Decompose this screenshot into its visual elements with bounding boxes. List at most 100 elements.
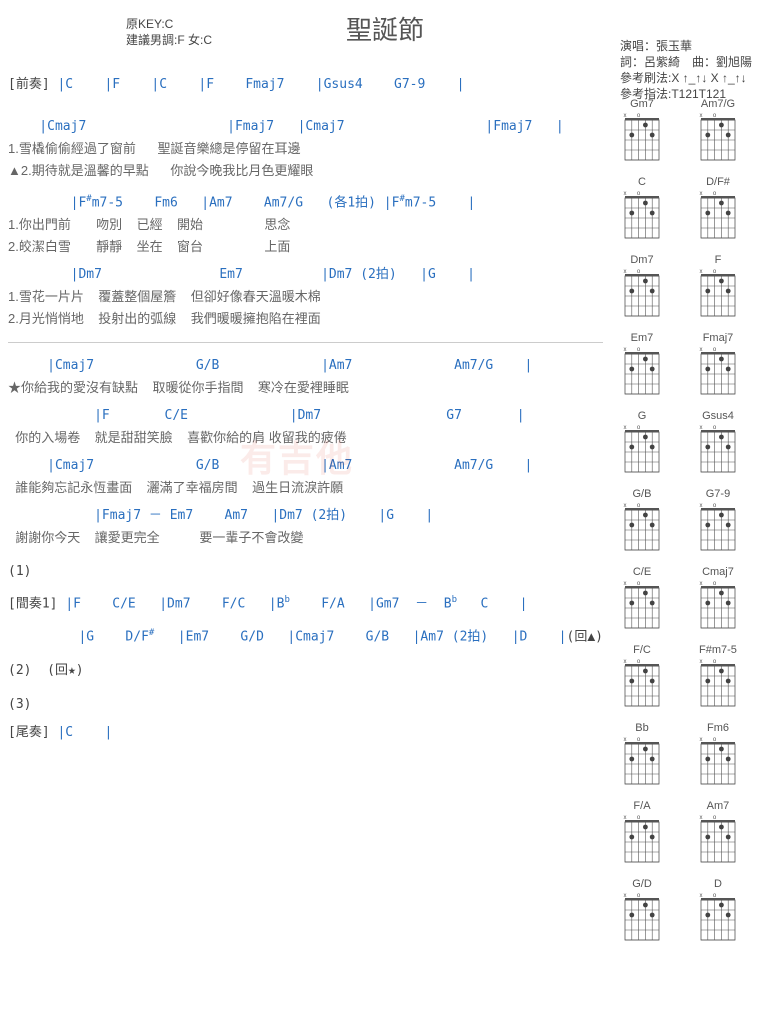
chorus-line-2: 你的入場卷 就是甜甜笑臉 喜歡你給的肩 收留我的疲倦 xyxy=(8,427,603,449)
chord-diagram-label: C/E xyxy=(613,566,671,578)
chord-diagram: Gsus4xo xyxy=(689,410,747,478)
chord-diagram: Bbxo xyxy=(613,722,671,790)
chord-diagram-label: Fm6 xyxy=(689,722,747,734)
chord-diagram-label: F#m7-5 xyxy=(689,644,747,656)
svg-text:x: x xyxy=(623,737,626,743)
chord-diagram: Gm7xo xyxy=(613,98,671,166)
svg-text:x: x xyxy=(623,815,626,821)
svg-text:x: x xyxy=(623,347,626,353)
chord-diagram: C/Exo xyxy=(613,566,671,634)
chord-diagram: Am7/Gxo xyxy=(689,98,747,166)
svg-text:x: x xyxy=(623,269,626,275)
chord-diagram-label: D xyxy=(689,878,747,890)
chord-diagram: Em7xo xyxy=(613,332,671,400)
chord-diagram-label: G/B xyxy=(613,488,671,500)
chord-diagram: F/Cxo xyxy=(613,644,671,712)
svg-text:x: x xyxy=(699,659,702,665)
svg-text:x: x xyxy=(623,893,626,899)
outro-label: [尾奏] xyxy=(8,725,50,740)
verse1-line-b: 1.你出門前 吻別 已經 開始 思念 xyxy=(8,214,603,236)
verse-chords-1: |Cmaj7 |Fmaj7 |Cmaj7 |Fmaj7 | xyxy=(8,116,603,138)
chord-diagram-label: Dm7 xyxy=(613,254,671,266)
svg-text:x: x xyxy=(623,581,626,587)
interlude-label: [間奏1] xyxy=(8,597,57,612)
marker-3: (3) xyxy=(8,694,603,716)
chord-diagram: G/Dxo xyxy=(613,878,671,946)
chord-diagram-label: F xyxy=(689,254,747,266)
svg-text:x: x xyxy=(623,191,626,197)
outro-chords: |C | xyxy=(57,725,112,740)
credit-writer: 詞：呂紫綺 曲：劉旭陽 xyxy=(620,54,752,70)
chorus-line-1: ★你給我的愛沒有缺點 取暖從你手指間 寒冷在愛裡睡眠 xyxy=(8,377,603,399)
chord-diagrams: Gm7xoAm7/GxoCxoD/F#xoDm7xoFxoEm7xoFmaj7x… xyxy=(613,68,762,946)
chord-diagram-label: D/F# xyxy=(689,176,747,188)
chord-diagram: Fmaj7xo xyxy=(689,332,747,400)
marker-1: (1) xyxy=(8,561,603,583)
credit-finger: 參考指法:T121T121 xyxy=(620,86,752,102)
svg-text:x: x xyxy=(699,893,702,899)
chord-diagram: Cxo xyxy=(613,176,671,244)
verse2-line-c: 2.月光悄悄地 投射出的弧線 我們暖暖擁抱陷在裡面 xyxy=(8,308,603,330)
verse2-line-a: ▲2.期待就是溫馨的早點 你說今晚我比月色更耀眼 xyxy=(8,160,603,182)
chord-diagram-label: G/D xyxy=(613,878,671,890)
key-suggest: 建議男調:F 女:C xyxy=(126,32,212,48)
svg-text:x: x xyxy=(623,503,626,509)
chorus-line-4: 謝謝你今天 讓愛更完全 要一輩子不會改變 xyxy=(8,527,603,549)
chord-diagram-label: Gsus4 xyxy=(689,410,747,422)
chord-diagram: G7-9xo xyxy=(689,488,747,556)
chord-diagram-label: G xyxy=(613,410,671,422)
chord-diagram-label: C xyxy=(613,176,671,188)
chord-diagram: Dxo xyxy=(689,878,747,946)
chord-diagram-label: Fmaj7 xyxy=(689,332,747,344)
verse2-line-b: 2.皎潔白雪 靜靜 坐在 窗台 上面 xyxy=(8,236,603,258)
chord-diagram-label: F/A xyxy=(613,800,671,812)
chord-diagram: G/Bxo xyxy=(613,488,671,556)
svg-text:x: x xyxy=(699,737,702,743)
chord-diagram: Cmaj7xo xyxy=(689,566,747,634)
chord-diagram: F/Axo xyxy=(613,800,671,868)
chord-diagram-label: Am7 xyxy=(689,800,747,812)
svg-text:x: x xyxy=(699,503,702,509)
chord-sheet: [前奏] |C |F |C |F Fmaj7 |Gsus4 G7-9 | |Cm… xyxy=(8,68,603,946)
chorus-chords-2: |F C/E |Dm7 G7 | xyxy=(8,405,603,427)
chorus-chords-1: |Cmaj7 G/B |Am7 Am7/G | xyxy=(8,355,603,377)
verse1-line-a: 1.雪橇偷偷經過了窗前 聖誕音樂總是停留在耳邊 xyxy=(8,138,603,160)
chord-diagram: F#m7-5xo xyxy=(689,644,747,712)
chord-diagram-label: G7-9 xyxy=(689,488,747,500)
intro-chords: |C |F |C |F Fmaj7 |Gsus4 G7-9 | xyxy=(57,77,464,92)
chord-diagram: D/F#xo xyxy=(689,176,747,244)
chorus-line-3: 誰能夠忘記永恆畫面 灑滿了幸福房間 過生日流淚許願 xyxy=(8,477,603,499)
svg-text:x: x xyxy=(699,425,702,431)
chord-diagram-label: Em7 xyxy=(613,332,671,344)
key-original: 原KEY:C xyxy=(126,16,212,32)
chorus-chords-3: |Cmaj7 G/B |Am7 Am7/G | xyxy=(8,455,603,477)
chord-diagram-label: Bb xyxy=(613,722,671,734)
marker-2: (2) (回★) xyxy=(8,660,603,682)
chord-diagram: Am7xo xyxy=(689,800,747,868)
credit-singer: 演唱：張玉華 xyxy=(620,38,752,54)
svg-text:x: x xyxy=(699,269,702,275)
svg-text:x: x xyxy=(699,815,702,821)
chord-diagram-label: F/C xyxy=(613,644,671,656)
chorus-chords-4: |Fmaj7 － Em7 Am7 |Dm7 (2拍) |G | xyxy=(8,505,603,527)
divider xyxy=(8,342,603,343)
svg-text:x: x xyxy=(623,113,626,119)
verse-chords-3: |Dm7 Em7 |Dm7 (2拍) |G | xyxy=(8,264,603,286)
key-info: 原KEY:C 建議男調:F 女:C xyxy=(126,16,212,48)
svg-text:x: x xyxy=(699,581,702,587)
intro-label: [前奏] xyxy=(8,77,50,92)
chord-diagram: Fm6xo xyxy=(689,722,747,790)
svg-text:x: x xyxy=(699,191,702,197)
credits: 演唱：張玉華 詞：呂紫綺 曲：劉旭陽 參考刷法:X ↑_↑↓ X ↑_↑↓ 參考… xyxy=(620,38,752,102)
verse1-line-c: 1.雪花一片片 覆蓋整個屋簷 但卻好像春天溫暖木棉 xyxy=(8,286,603,308)
svg-text:x: x xyxy=(699,347,702,353)
verse-chords-2: |F#m7-5 Fm6 |Am7 Am7/G (各1拍) |F#m7-5 | xyxy=(8,188,603,214)
svg-text:x: x xyxy=(623,425,626,431)
credit-strum: 參考刷法:X ↑_↑↓ X ↑_↑↓ xyxy=(620,70,752,86)
svg-text:x: x xyxy=(699,113,702,119)
svg-text:x: x xyxy=(623,659,626,665)
chord-diagram: Fxo xyxy=(689,254,747,322)
chord-diagram-label: Cmaj7 xyxy=(689,566,747,578)
chord-diagram: Gxo xyxy=(613,410,671,478)
chord-diagram: Dm7xo xyxy=(613,254,671,322)
